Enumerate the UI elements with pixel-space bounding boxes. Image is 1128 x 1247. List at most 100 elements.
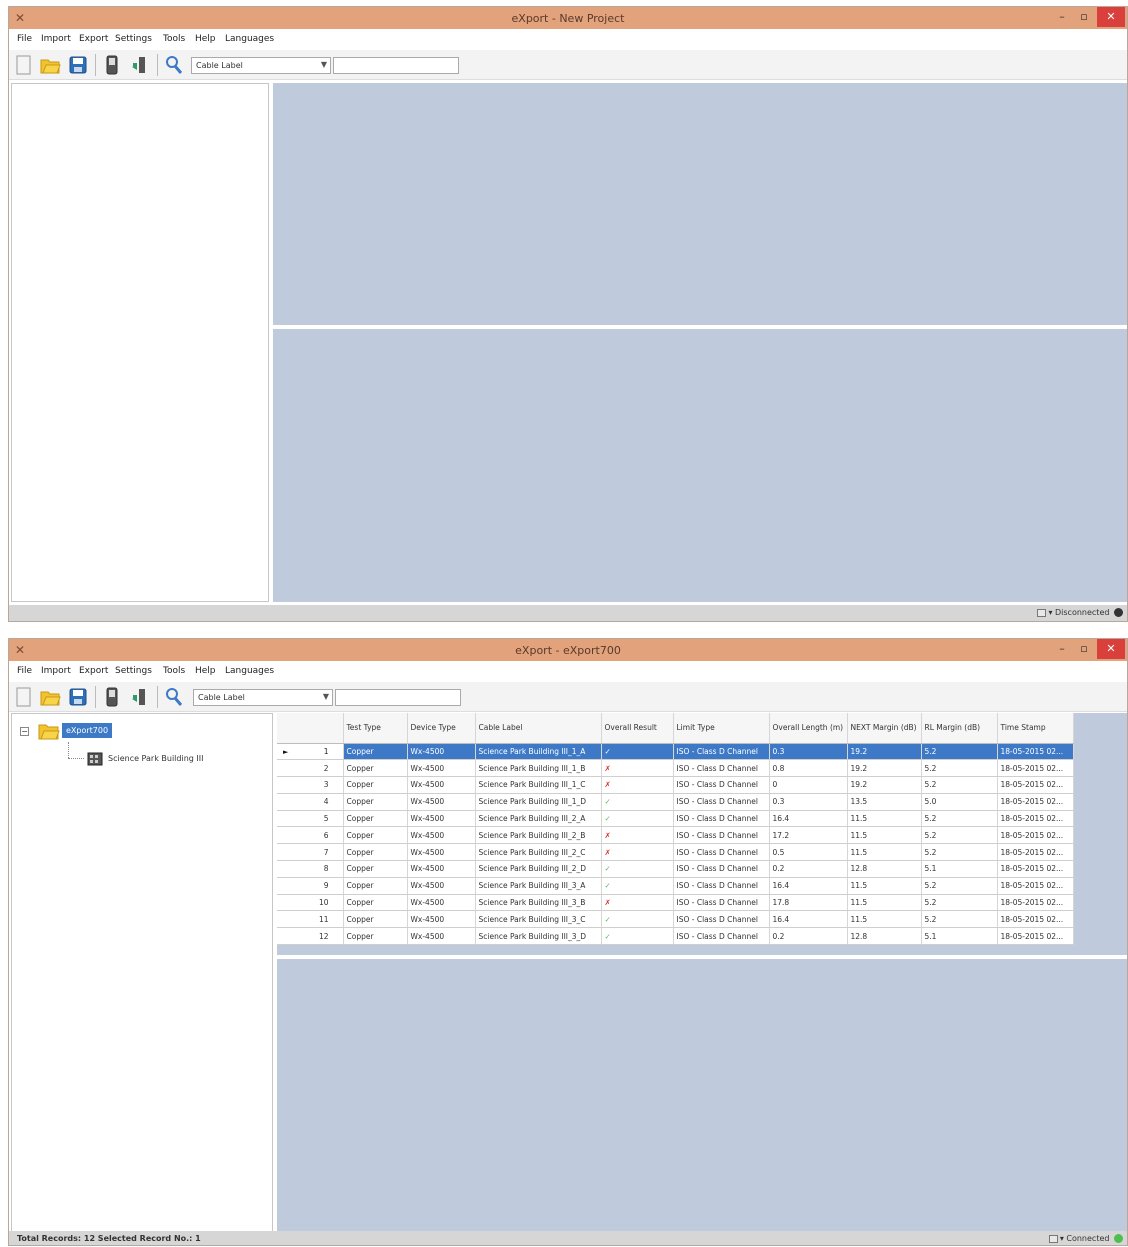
table-row[interactable]: 4 Copper Wx-4500 Science Park Building III_… bbox=[277, 793, 1074, 811]
column-header-cable-label[interactable]: Cable Label bbox=[475, 713, 602, 744]
menu-export[interactable]: Export bbox=[79, 34, 108, 44]
cell-time-stamp: 18-05-2015 02... bbox=[997, 810, 1074, 828]
table-row[interactable]: 11 Copper Wx-4500 Science Park Building III… bbox=[277, 910, 1074, 929]
folder-icon bbox=[38, 722, 60, 740]
connection-status[interactable]: ▾ Disconnected bbox=[1037, 608, 1123, 617]
records-pane[interactable] bbox=[273, 83, 1127, 325]
column-header-test-type[interactable]: Test Type bbox=[343, 713, 408, 744]
close-icon[interactable]: ✕ bbox=[1097, 639, 1125, 659]
menu-settings[interactable]: Settings bbox=[115, 666, 152, 676]
menu-bar: File Import Export Settings Tools Help L… bbox=[9, 661, 1127, 681]
table-row[interactable]: 3 Copper Wx-4500 Science Park Building III_… bbox=[277, 776, 1074, 794]
column-header-limit-type[interactable]: Limit Type bbox=[673, 713, 770, 744]
cell-overall-length: 0.3 bbox=[769, 743, 848, 761]
cell-rl-margin: 5.2 bbox=[921, 759, 998, 778]
table-row[interactable]: 12 Copper Wx-4500 Science Park Building III… bbox=[277, 927, 1074, 946]
title-bar[interactable]: ✕ eXport - New Project – ▫ ✕ bbox=[9, 7, 1127, 29]
column-header-device-type[interactable]: Device Type bbox=[407, 713, 476, 744]
device-icon[interactable] bbox=[101, 686, 123, 708]
menu-languages[interactable]: Languages bbox=[225, 666, 274, 676]
new-file-icon[interactable] bbox=[13, 54, 35, 76]
save-icon[interactable] bbox=[67, 54, 89, 76]
column-header-time-stamp[interactable]: Time Stamp bbox=[997, 713, 1074, 744]
window-title: eXport - New Project bbox=[511, 12, 625, 25]
search-icon[interactable] bbox=[163, 686, 185, 708]
filter-field-combo[interactable]: Cable Label ▼ bbox=[191, 57, 331, 74]
table-row[interactable]: 10 Copper Wx-4500 Science Park Building III… bbox=[277, 894, 1074, 912]
cell-overall-result: ✓ bbox=[601, 927, 674, 946]
menu-tools[interactable]: Tools bbox=[163, 34, 185, 44]
column-header-index[interactable] bbox=[277, 713, 344, 744]
menu-import[interactable]: Import bbox=[41, 34, 71, 44]
cell-next-margin: 12.8 bbox=[847, 927, 922, 946]
table-row[interactable]: 7 Copper Wx-4500 Science Park Building III_… bbox=[277, 843, 1074, 862]
table-header-row: Test Type Device Type Cable Label Overal… bbox=[277, 713, 1074, 744]
close-icon[interactable]: ✕ bbox=[1097, 7, 1125, 27]
search-icon[interactable] bbox=[163, 54, 185, 76]
cell-overall-length: 0 bbox=[769, 776, 848, 794]
tree-root-label[interactable]: eXport700 bbox=[62, 723, 113, 738]
connect-icon[interactable] bbox=[129, 54, 151, 76]
menu-languages[interactable]: Languages bbox=[225, 34, 274, 44]
table-row[interactable]: 9 Copper Wx-4500 Science Park Building III_… bbox=[277, 877, 1074, 895]
cell-overall-result: ✗ bbox=[601, 776, 674, 794]
save-icon[interactable] bbox=[67, 686, 89, 708]
cell-device-type: Wx-4500 bbox=[407, 776, 476, 794]
building-icon bbox=[86, 750, 104, 766]
collapse-icon[interactable]: − bbox=[20, 727, 29, 736]
minimize-icon[interactable]: – bbox=[1051, 7, 1073, 27]
chevron-down-icon[interactable]: ▼ bbox=[323, 692, 329, 701]
cell-rl-margin: 5.2 bbox=[921, 843, 998, 862]
records-pane[interactable]: Test Type Device Type Cable Label Overal… bbox=[277, 713, 1127, 955]
project-tree-panel[interactable]: − eXport700 Science Park Building III bbox=[11, 713, 273, 1232]
pane-splitter[interactable] bbox=[277, 955, 1127, 957]
menu-help[interactable]: Help bbox=[195, 666, 216, 676]
column-header-next-margin[interactable]: NEXT Margin (dB) bbox=[847, 713, 922, 744]
table-row[interactable]: 2 Copper Wx-4500 Science Park Building III_… bbox=[277, 759, 1074, 778]
tree-root-node[interactable]: − eXport700 bbox=[20, 722, 200, 744]
search-input[interactable] bbox=[333, 57, 459, 74]
cell-next-margin: 11.5 bbox=[847, 826, 922, 845]
column-header-overall-result[interactable]: Overall Result bbox=[601, 713, 674, 744]
details-pane[interactable] bbox=[273, 329, 1127, 602]
cell-next-margin: 11.5 bbox=[847, 810, 922, 828]
cell-cable-label: Science Park Building III_2_D bbox=[475, 860, 602, 878]
connection-status[interactable]: ▾ Connected bbox=[1048, 1234, 1123, 1243]
table-row[interactable]: 1 ► Copper Wx-4500 Science Park Building III… bbox=[277, 743, 1074, 761]
table-row[interactable]: 8 Copper Wx-4500 Science Park Building III_… bbox=[277, 860, 1074, 878]
cell-test-type: Copper bbox=[343, 743, 408, 761]
filter-field-combo[interactable]: Cable Label ▼ bbox=[193, 689, 333, 706]
export-window-project: ✕ eXport - eXport700 – ▫ ✕ File Import E… bbox=[8, 638, 1128, 1246]
title-bar[interactable]: ✕ eXport - eXport700 – ▫ ✕ bbox=[9, 639, 1127, 661]
cell-overall-length: 0.3 bbox=[769, 793, 848, 811]
details-pane[interactable] bbox=[277, 959, 1127, 1232]
open-folder-icon[interactable] bbox=[39, 686, 61, 708]
cell-device-type: Wx-4500 bbox=[407, 743, 476, 761]
menu-help[interactable]: Help bbox=[195, 34, 216, 44]
restore-icon[interactable]: ▫ bbox=[1073, 7, 1095, 27]
minimize-icon[interactable]: – bbox=[1051, 639, 1073, 659]
chevron-down-icon[interactable]: ▼ bbox=[321, 60, 327, 69]
device-icon[interactable] bbox=[101, 54, 123, 76]
column-header-rl-margin[interactable]: RL Margin (dB) bbox=[921, 713, 998, 744]
search-input[interactable] bbox=[335, 689, 461, 706]
open-folder-icon[interactable] bbox=[39, 54, 61, 76]
connect-icon[interactable] bbox=[129, 686, 151, 708]
cell-test-type: Copper bbox=[343, 927, 408, 946]
table-row[interactable]: 5 Copper Wx-4500 Science Park Building III_… bbox=[277, 810, 1074, 828]
restore-icon[interactable]: ▫ bbox=[1073, 639, 1095, 659]
new-file-icon[interactable] bbox=[13, 686, 35, 708]
menu-export[interactable]: Export bbox=[79, 666, 108, 676]
cell-test-type: Copper bbox=[343, 826, 408, 845]
tree-child-label[interactable]: Science Park Building III bbox=[108, 754, 203, 763]
menu-settings[interactable]: Settings bbox=[115, 34, 152, 44]
menu-file[interactable]: File bbox=[17, 34, 32, 44]
column-header-overall-length[interactable]: Overall Length (m) bbox=[769, 713, 848, 744]
menu-file[interactable]: File bbox=[17, 666, 32, 676]
records-summary: Total Records: 12 Selected Record No.: 1 bbox=[17, 1234, 201, 1243]
pane-splitter[interactable] bbox=[273, 325, 1127, 327]
table-row[interactable]: 6 Copper Wx-4500 Science Park Building III_… bbox=[277, 826, 1074, 845]
project-tree-panel[interactable] bbox=[11, 83, 269, 602]
menu-import[interactable]: Import bbox=[41, 666, 71, 676]
menu-tools[interactable]: Tools bbox=[163, 666, 185, 676]
